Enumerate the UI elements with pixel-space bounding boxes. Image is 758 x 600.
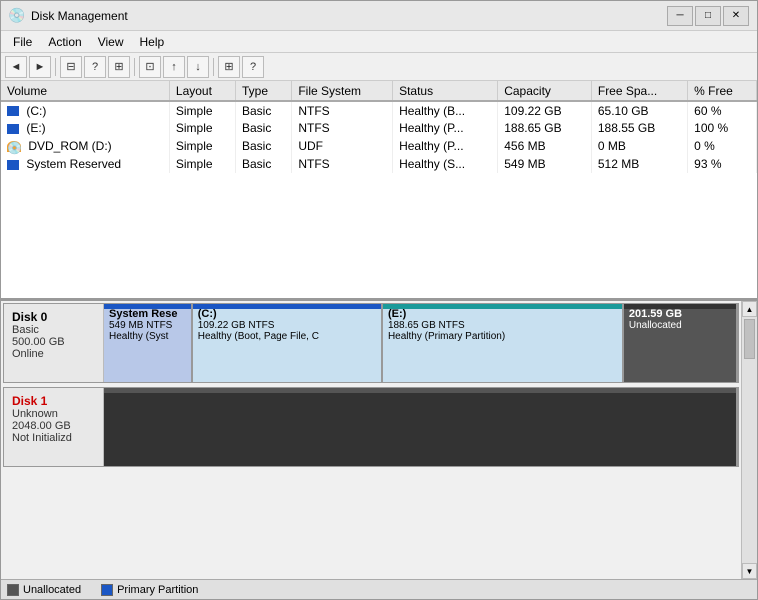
app-icon: 💿 (9, 8, 25, 24)
legend-primary: Primary Partition (101, 584, 198, 596)
menu-help[interactable]: Help (132, 33, 173, 51)
disk1-type: Unknown (12, 408, 95, 420)
legend-primary-label: Primary Partition (117, 584, 198, 596)
close-button[interactable]: ✕ (723, 6, 749, 26)
disk-table: Volume Layout Type File System Status Ca… (1, 81, 757, 173)
maximize-button[interactable]: □ (695, 6, 721, 26)
col-free[interactable]: Free Spa... (591, 81, 687, 101)
col-status[interactable]: Status (393, 81, 498, 101)
partition-system-reserved[interactable]: System Rese 549 MB NTFS Healthy (Syst (104, 304, 193, 382)
scrollbar: ▲ ▼ (741, 301, 757, 579)
disk1-name: Disk 1 (12, 394, 95, 408)
menu-file[interactable]: File (5, 33, 40, 51)
vol-status: Healthy (B... (393, 101, 498, 119)
help2-button[interactable]: ? (242, 56, 264, 78)
col-type[interactable]: Type (236, 81, 292, 101)
vol-name: System Reserved (1, 155, 169, 173)
table-row[interactable]: 💿 DVD_ROM (D:) Simple Basic UDF Healthy … (1, 137, 757, 155)
vol-type: Basic (236, 101, 292, 119)
col-fs[interactable]: File System (292, 81, 393, 101)
help-button[interactable]: ? (84, 56, 106, 78)
title-bar: 💿 Disk Management ─ □ ✕ (1, 1, 757, 31)
vol-pct: 60 % (688, 101, 757, 119)
col-volume[interactable]: Volume (1, 81, 169, 101)
disk1-status: Not Initializd (12, 432, 95, 444)
vol-name: (C:) (1, 101, 169, 119)
collapse-button[interactable]: ⊟ (60, 56, 82, 78)
menu-view[interactable]: View (90, 33, 132, 51)
menu-action[interactable]: Action (40, 33, 89, 51)
disk1-label: Disk 1 Unknown 2048.00 GB Not Initializd (4, 388, 104, 466)
vol-layout: Simple (169, 101, 235, 119)
table-row[interactable]: System Reserved Simple Basic NTFS Health… (1, 155, 757, 173)
col-layout[interactable]: Layout (169, 81, 235, 101)
main-window: 💿 Disk Management ─ □ ✕ File Action View… (0, 0, 758, 600)
vol-capacity: 109.22 GB (498, 101, 592, 119)
partition-uninitialized[interactable] (104, 388, 738, 466)
col-capacity[interactable]: Capacity (498, 81, 592, 101)
forward-button[interactable]: ► (29, 56, 51, 78)
main-content: Volume Layout Type File System Status Ca… (1, 81, 757, 579)
vol-free: 65.10 GB (591, 101, 687, 119)
vol-fs: NTFS (292, 101, 393, 119)
disk0-row: Disk 0 Basic 500.00 GB Online System Res… (3, 303, 739, 383)
table-row[interactable]: (C:) Simple Basic NTFS Healthy (B... 109… (1, 101, 757, 119)
up-button[interactable]: ↑ (163, 56, 185, 78)
table-row[interactable]: (E:) Simple Basic NTFS Healthy (P... 188… (1, 119, 757, 137)
menu-bar: File Action View Help (1, 31, 757, 53)
partition-c[interactable]: (C:) 109.22 GB NTFS Healthy (Boot, Page … (193, 304, 383, 382)
disk1-partitions (104, 388, 738, 466)
title-controls: ─ □ ✕ (667, 6, 749, 26)
legend-primary-box (101, 584, 113, 596)
window-title: Disk Management (31, 9, 667, 23)
minimize-button[interactable]: ─ (667, 6, 693, 26)
properties-button[interactable]: ⊞ (218, 56, 240, 78)
vol-name: (E:) (1, 119, 169, 137)
partition-e[interactable]: (E:) 188.65 GB NTFS Healthy (Primary Par… (383, 304, 624, 382)
disk1-row: Disk 1 Unknown 2048.00 GB Not Initializd… (3, 387, 739, 467)
disk-map-area: Disk 0 Basic 500.00 GB Online System Res… (1, 301, 741, 579)
legend-unallocated-box (7, 584, 19, 596)
scroll-up-button[interactable]: ▲ (742, 301, 757, 317)
legend-unallocated: Unallocated (7, 584, 81, 596)
disk0-type: Basic (12, 324, 95, 336)
scroll-down-button[interactable]: ▼ (742, 563, 757, 579)
disk0-name: Disk 0 (12, 310, 95, 324)
scroll-thumb[interactable] (744, 319, 755, 359)
disk-map-container: Disk 0 Basic 500.00 GB Online System Res… (1, 301, 757, 579)
table-area: Volume Layout Type File System Status Ca… (1, 81, 757, 301)
disk0-status: Online (12, 348, 95, 360)
back-button[interactable]: ◄ (5, 56, 27, 78)
status-bar: Unallocated Primary Partition (1, 579, 757, 599)
partition-unallocated[interactable]: 201.59 GB Unallocated (624, 304, 738, 382)
col-pct[interactable]: % Free (688, 81, 757, 101)
disk0-label: Disk 0 Basic 500.00 GB Online (4, 304, 104, 382)
toolbar: ◄ ► ⊟ ? ⊞ ⊡ ↑ ↓ ⊞ ? (1, 53, 757, 81)
view-button[interactable]: ⊞ (108, 56, 130, 78)
down-button[interactable]: ↓ (187, 56, 209, 78)
disk1-size: 2048.00 GB (12, 420, 95, 432)
scroll-track[interactable] (742, 317, 757, 563)
legend-unallocated-label: Unallocated (23, 584, 81, 596)
disk0-partitions: System Rese 549 MB NTFS Healthy (Syst (C… (104, 304, 738, 382)
refresh-button[interactable]: ⊡ (139, 56, 161, 78)
vol-name: 💿 DVD_ROM (D:) (1, 137, 169, 155)
disk0-size: 500.00 GB (12, 336, 95, 348)
